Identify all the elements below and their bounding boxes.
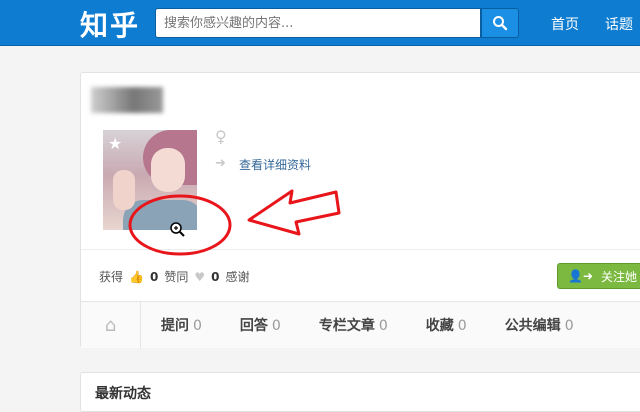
zoom-cursor-icon [170, 222, 185, 237]
annotation-overlay [128, 189, 341, 256]
annotation-arrow [247, 189, 341, 236]
